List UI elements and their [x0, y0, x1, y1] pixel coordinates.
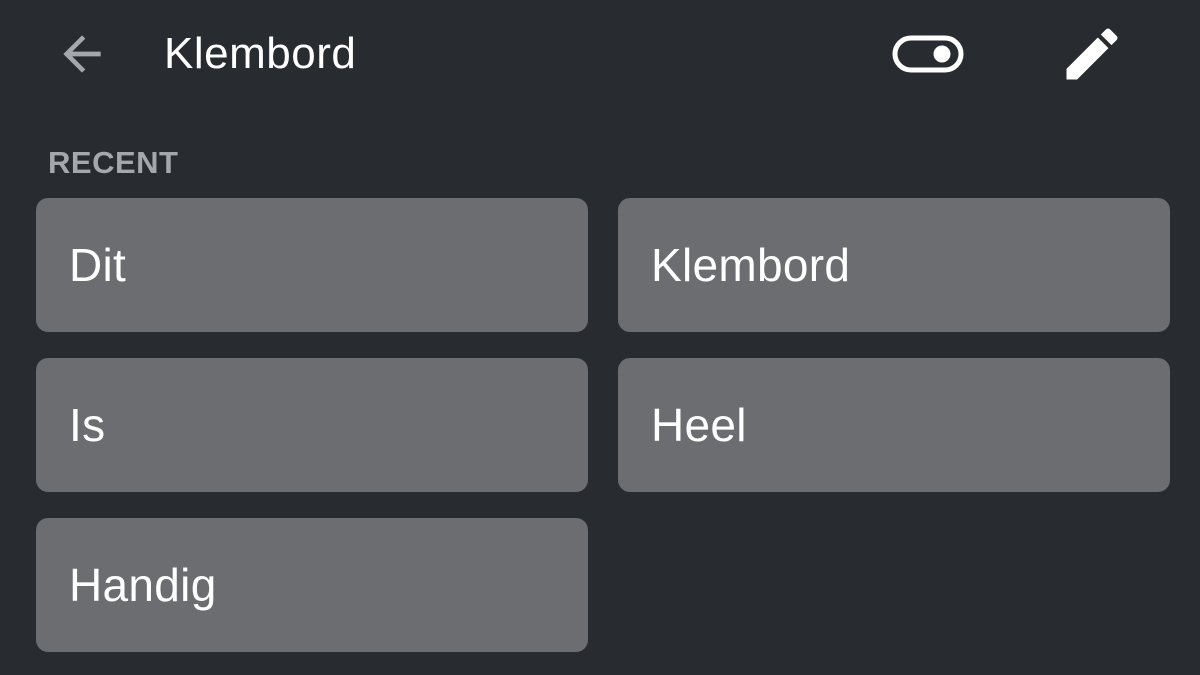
clipboard-item[interactable]: Dit [36, 198, 588, 332]
clipboard-item[interactable]: Is [36, 358, 588, 492]
toggle-icon [892, 35, 964, 73]
app-bar: Klembord [0, 0, 1200, 110]
back-button[interactable] [50, 24, 114, 84]
pencil-icon [1066, 28, 1118, 80]
clipboard-toggle-button[interactable] [888, 26, 968, 82]
arrow-back-icon [63, 35, 101, 73]
clipboard-item-text: Dit [69, 239, 127, 291]
clipboard-screen: Klembord RECENT Dit Klembord Is Heel Han… [0, 0, 1200, 675]
recent-section-label: RECENT [48, 145, 179, 180]
edit-button[interactable] [1054, 18, 1130, 90]
clipboard-item-text: Is [69, 399, 106, 451]
clipboard-item[interactable]: Heel [618, 358, 1170, 492]
page-title: Klembord [164, 29, 357, 78]
clipboard-item-text: Klembord [651, 239, 851, 291]
clipboard-item[interactable]: Klembord [618, 198, 1170, 332]
clipboard-item-text: Heel [651, 399, 747, 451]
clipboard-item-text: Handig [69, 559, 217, 611]
clipboard-item[interactable]: Handig [36, 518, 588, 652]
